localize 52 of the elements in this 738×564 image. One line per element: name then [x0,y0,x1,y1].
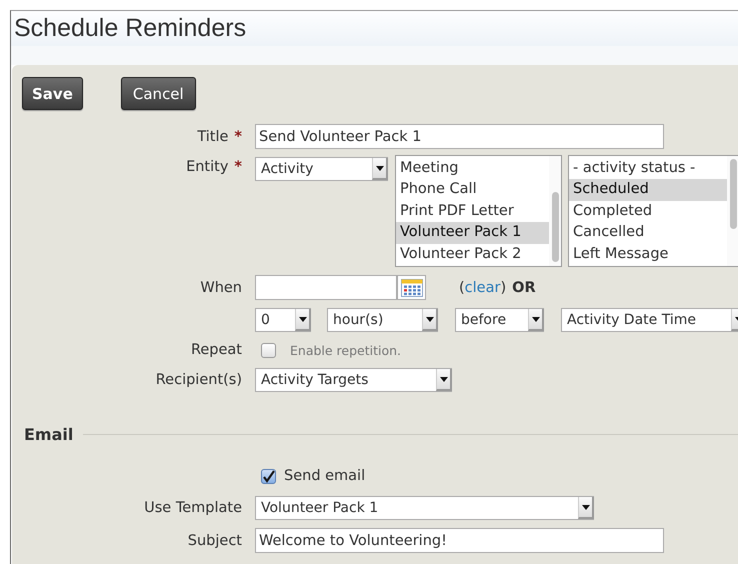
list-option[interactable]: Volunteer Pack 1 [396,222,549,244]
clear-link[interactable]: clear [464,280,500,296]
recipients-select[interactable]: Activity Targets [255,368,452,392]
field-label: Recipient(s) [156,372,242,388]
cancel-button[interactable]: Cancel [120,77,196,110]
title-field[interactable]: Send Volunteer Pack 1 [255,124,664,149]
list-option[interactable]: Print PDF Letter [396,200,549,222]
scrollbar-thumb[interactable] [552,192,559,262]
date-field-select[interactable]: Activity Date Time [561,308,738,332]
activity-type-list[interactable]: Meeting Phone Call Print PDF Letter Volunteer Pack 1 Volunteer Pack 2 [395,155,562,267]
field-label: Entity [186,159,228,175]
calendar-icon [400,278,422,296]
calendar-button[interactable] [397,275,426,300]
required-mark: * [234,128,242,144]
template-select[interactable]: Volunteer Pack 1 [255,496,594,520]
list-option[interactable]: Meeting [396,158,549,180]
date-field[interactable] [255,275,397,300]
field-label: Use Template [144,500,242,516]
repeat-hint: Enable repetition. [290,342,402,358]
caret-icon [426,316,434,322]
section-heading: Email [24,425,74,444]
list-option[interactable]: Cancelled [569,222,727,244]
field-label: Subject [188,532,242,548]
caret-icon [582,504,590,510]
save-button[interactable]: Save [22,77,83,110]
caret-icon [532,316,540,322]
caret-icon [440,376,448,382]
activity-status-list[interactable]: - activity status - Scheduled Completed Cancelled Left Message [568,155,738,267]
field-label: When [200,280,242,296]
clear-link-text: (clear) [459,280,506,296]
list-option[interactable]: Phone Call [396,179,549,201]
checkbox[interactable] [261,468,276,484]
subject-field[interactable]: Welcome to Volunteering! [255,528,664,553]
checkbox-label: Send email [284,468,366,484]
list-option[interactable]: Volunteer Pack 2 [396,244,549,265]
scrollbar-thumb[interactable] [730,159,737,229]
list-option[interactable]: - activity status - [569,158,727,180]
unit-select[interactable]: hour(s) [327,308,438,332]
list-option[interactable]: Left Message [569,244,727,265]
list-option[interactable]: Completed [569,200,727,222]
amount-select[interactable]: 0 [255,308,311,332]
direction-select[interactable]: before [455,308,544,332]
or-text: OR [512,280,536,296]
field-label: Repeat [190,342,242,358]
caret-icon [298,316,306,322]
list-option[interactable]: Scheduled [569,179,727,201]
checkbox[interactable] [261,342,276,358]
caret-icon [376,166,384,170]
required-mark: * [234,159,242,175]
entity-select[interactable]: Activity [255,157,388,181]
page-title: Schedule Reminders [14,14,246,43]
field-label: Title [197,128,228,144]
